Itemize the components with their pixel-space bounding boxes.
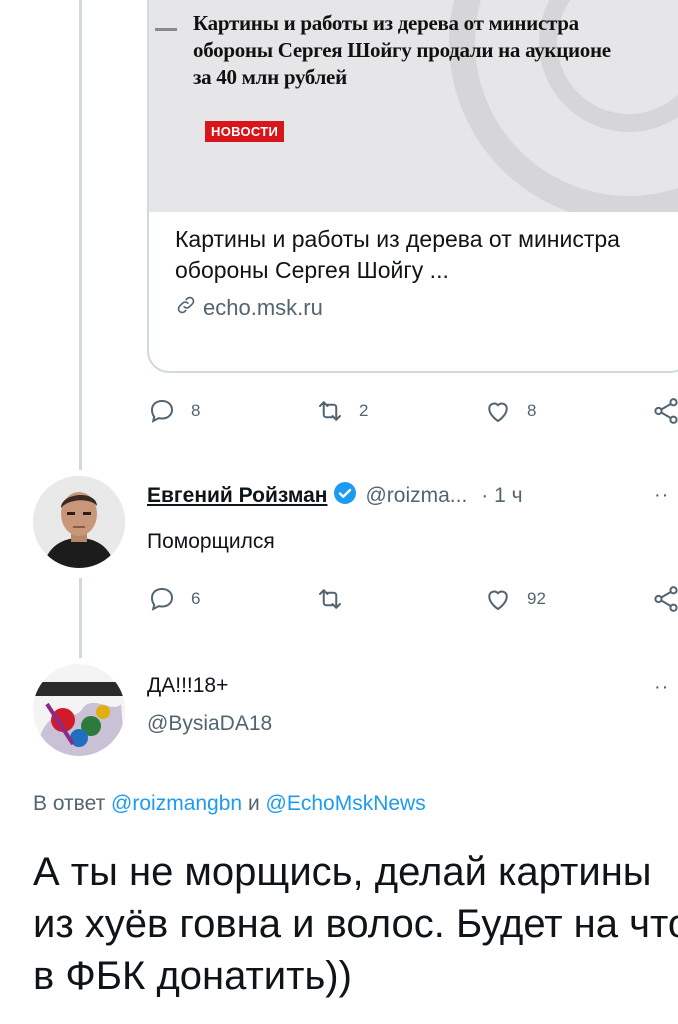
tweet2-text: Поморщился: [147, 530, 275, 553]
like-button[interactable]: 92: [483, 584, 546, 614]
mention-echomsknews[interactable]: @EchoMskNews: [266, 792, 426, 815]
user-handle[interactable]: @BysiaDA18: [147, 712, 272, 736]
like-button[interactable]: 8: [483, 396, 536, 426]
retweet-count: 2: [359, 401, 369, 420]
user-name[interactable]: Евгений Ройзман: [147, 484, 327, 508]
user-name[interactable]: ДА!!!18+: [147, 674, 228, 698]
link-icon: [175, 294, 197, 322]
share-icon: [651, 396, 678, 426]
thread-line-top: [79, 0, 82, 470]
card-dash: [155, 28, 177, 31]
reply-icon: [147, 584, 177, 614]
card-title: Картины и работы из дерева от министра о…: [175, 226, 620, 283]
share-icon: [651, 584, 678, 614]
reply-button[interactable]: 8: [147, 396, 200, 426]
share-button[interactable]: [651, 396, 678, 426]
heart-icon: [483, 584, 513, 614]
more-options-button[interactable]: ··: [654, 676, 669, 699]
reply-icon: [147, 396, 177, 426]
mention-roizmangbn[interactable]: @roizmangbn: [111, 792, 242, 815]
reply-count: 8: [191, 401, 201, 420]
heart-icon: [483, 396, 513, 426]
retweet-button[interactable]: 2: [315, 396, 368, 426]
tweet3-text: А ты не морщись, делай картины из хуёв г…: [33, 850, 678, 998]
reply-and: и: [247, 792, 260, 815]
retweet-button[interactable]: [315, 584, 359, 614]
reply-count: 6: [191, 589, 201, 608]
like-count: 92: [527, 589, 546, 608]
more-options-button[interactable]: ··: [654, 484, 669, 507]
thread-line-middle: [79, 578, 82, 658]
verified-icon: [333, 481, 357, 510]
reply-prefix: В ответ: [33, 792, 106, 815]
share-button[interactable]: [651, 584, 678, 614]
tweet-time: · 1 ч: [481, 483, 523, 507]
reply-to-line: В ответ @roizmangbn и @EchoMskNews: [33, 792, 426, 816]
card-domain-text: echo.msk.ru: [203, 295, 323, 320]
avatar-bysiada18[interactable]: [33, 664, 125, 756]
tweet2-actions: 6 92: [147, 584, 678, 618]
reply-button[interactable]: 6: [147, 584, 200, 614]
like-count: 8: [527, 401, 537, 420]
news-badge: НОВОСТИ: [205, 121, 285, 142]
retweet-icon: [315, 584, 345, 614]
avatar-roizman[interactable]: [33, 476, 125, 568]
tweet2-header: Евгений Ройзман @roizma... · 1 ч: [147, 481, 523, 510]
link-preview-card[interactable]: Картины и работы из дерева от министра о…: [147, 0, 678, 373]
card-image-headline: Картины и работы из дерева от министра о…: [193, 11, 611, 89]
user-handle[interactable]: @roizma...: [365, 484, 467, 508]
tweet1-actions: 8 2 8: [147, 396, 678, 430]
tweet3-header: ДА!!!18+: [147, 674, 228, 698]
retweet-icon: [315, 396, 345, 426]
card-image: Картины и работы из дерева от министра о…: [149, 0, 678, 212]
card-domain: echo.msk.ru: [175, 294, 323, 322]
